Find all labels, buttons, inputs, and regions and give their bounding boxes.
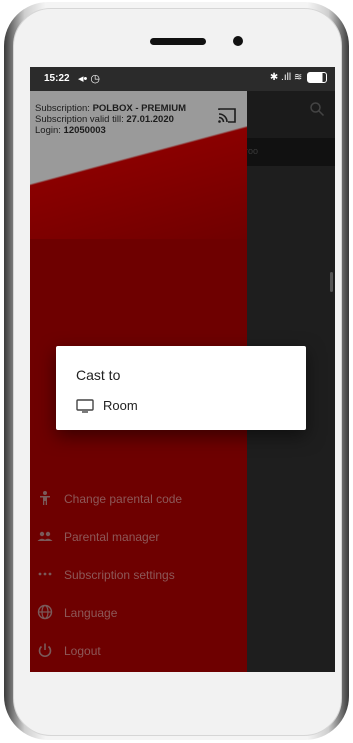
person-icon — [37, 490, 53, 506]
cast-icon[interactable] — [217, 107, 237, 124]
drawer-header: Subscription: POLBOX - PREMIUM Subscript… — [30, 91, 247, 239]
scrollbar[interactable] — [330, 272, 333, 292]
menu-item-label: Language — [64, 606, 118, 620]
login-label: Login: — [35, 125, 64, 136]
globe-icon — [37, 604, 53, 620]
valid-till-line: Subscription valid till: 27.01.2020 — [35, 114, 186, 125]
status-right-icons: ✱ .ıll ≋ — [270, 72, 327, 83]
menu-item-label: Parental manager — [64, 530, 160, 544]
login-line: Login: 12050003 — [35, 125, 186, 136]
subscription-info: Subscription: POLBOX - PREMIUM Subscript… — [35, 103, 186, 136]
power-icon — [37, 642, 53, 658]
drawer-menu: Change parental code Parental manager Su… — [30, 481, 247, 671]
subscription-value: POLBOX - PREMIUM — [92, 103, 186, 114]
tv-icon — [76, 399, 94, 413]
menu-item-label: Change parental code — [64, 492, 183, 506]
status-signal-icons: ✱ .ıll ≋ — [269, 72, 303, 84]
search-icon[interactable] — [309, 101, 325, 117]
valid-till-label: Subscription valid till: — [35, 114, 127, 125]
menu-item-subscription-settings[interactable]: Subscription settings — [30, 557, 247, 595]
cast-dialog: Cast to Room — [56, 346, 306, 430]
subscription-line: Subscription: POLBOX - PREMIUM — [35, 103, 186, 114]
valid-till-value: 27.01.2020 — [126, 114, 174, 125]
phone-speaker — [150, 38, 206, 45]
menu-item-label: Subscription settings — [64, 568, 175, 582]
subscription-label: Subscription: — [35, 103, 93, 114]
phone-camera — [233, 36, 243, 46]
more-icon — [37, 566, 53, 582]
menu-item-parental-manager[interactable]: Parental manager — [30, 519, 247, 557]
cast-device-room[interactable]: Room — [74, 395, 274, 417]
status-bar: 15:22 ◂• ◷ ✱ .ıll ≋ — [30, 67, 335, 91]
menu-item-change-parental-code[interactable]: Change parental code — [30, 481, 247, 519]
status-time: 15:22 — [44, 73, 70, 84]
people-icon — [37, 528, 53, 544]
menu-item-logout[interactable]: Logout — [30, 633, 247, 671]
menu-item-language[interactable]: Language — [30, 595, 247, 633]
status-left-icons: ◂• ◷ — [78, 73, 101, 85]
phone-screen: 15:22 ◂• ◷ ✱ .ıll ≋ roo Subscription: PO… — [30, 67, 335, 672]
menu-item-label: Logout — [64, 644, 101, 658]
cast-device-label: Room — [103, 398, 138, 413]
battery-icon — [307, 72, 327, 83]
login-value: 12050003 — [63, 125, 106, 136]
cast-dialog-title: Cast to — [76, 367, 121, 383]
